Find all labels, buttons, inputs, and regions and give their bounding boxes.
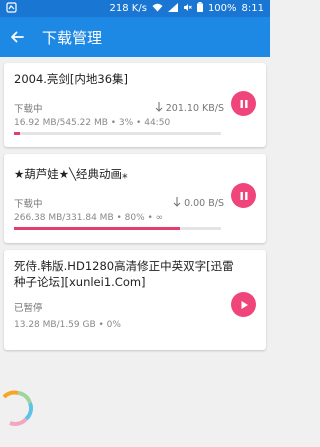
download-info: 266.38 MB/331.84 MB • 80% • ∞	[14, 213, 164, 223]
download-item[interactable]: 2004.亮剑[内地36集] 下载中 201.10 KB/S 16.92 MB/…	[4, 63, 266, 147]
page-title: 下载管理	[42, 28, 103, 47]
download-list: 2004.亮剑[内地36集] 下载中 201.10 KB/S 16.92 MB/…	[0, 57, 270, 363]
progress-bar	[14, 132, 221, 135]
clock: 8:11	[241, 3, 264, 14]
network-speed: 218 K/s	[109, 3, 147, 14]
download-item[interactable]: ★葫芦娃★╲经典动画⁎ 下载中 0.00 B/S 266.38 MB/331.8…	[4, 154, 266, 243]
download-info: 13.28 MB/1.59 GB • 0%	[14, 320, 121, 330]
download-title: ★葫芦娃★╲经典动画⁎	[14, 167, 128, 181]
back-arrow-icon[interactable]	[10, 29, 26, 45]
app-bar: 下载管理	[0, 17, 270, 57]
download-item[interactable]: 死侍.韩版.HD1280高清修正中英双字[迅雷种子论坛][xunlei1.Com…	[4, 250, 266, 350]
arrow-down-icon	[155, 101, 163, 115]
wifi-icon	[152, 3, 163, 15]
download-title: 2004.亮剑[内地36集]	[14, 72, 129, 86]
mute-icon	[183, 3, 192, 15]
progress-fill	[14, 227, 180, 230]
progress-fill	[14, 132, 21, 135]
play-icon	[239, 295, 249, 314]
download-state: 已暂停	[14, 303, 43, 314]
progress-bar	[14, 227, 221, 230]
download-speed: 0.00 B/S	[184, 197, 224, 209]
signal-icon	[167, 2, 178, 15]
download-info: 16.92 MB/545.22 MB • 3% • 44:50	[14, 118, 171, 128]
download-state: 下载中	[14, 199, 43, 210]
pause-button[interactable]	[231, 91, 256, 116]
battery-percent: 100%	[207, 3, 237, 14]
arrow-down-icon	[173, 196, 181, 210]
status-bar: 218 K/s 100% 8:11	[0, 0, 270, 17]
download-speed: 201.10 KB/S	[165, 102, 224, 114]
download-title: 死侍.韩版.HD1280高清修正中英双字[迅雷种子论坛][xunlei1.Com…	[14, 259, 234, 289]
pause-button[interactable]	[231, 183, 256, 208]
floating-loading-icon[interactable]	[0, 389, 34, 429]
play-button[interactable]	[231, 292, 256, 317]
battery-icon	[196, 2, 203, 15]
pause-icon	[239, 186, 249, 205]
download-state: 下载中	[14, 104, 43, 115]
app-notification-icon	[6, 1, 17, 16]
pause-icon	[239, 94, 249, 113]
